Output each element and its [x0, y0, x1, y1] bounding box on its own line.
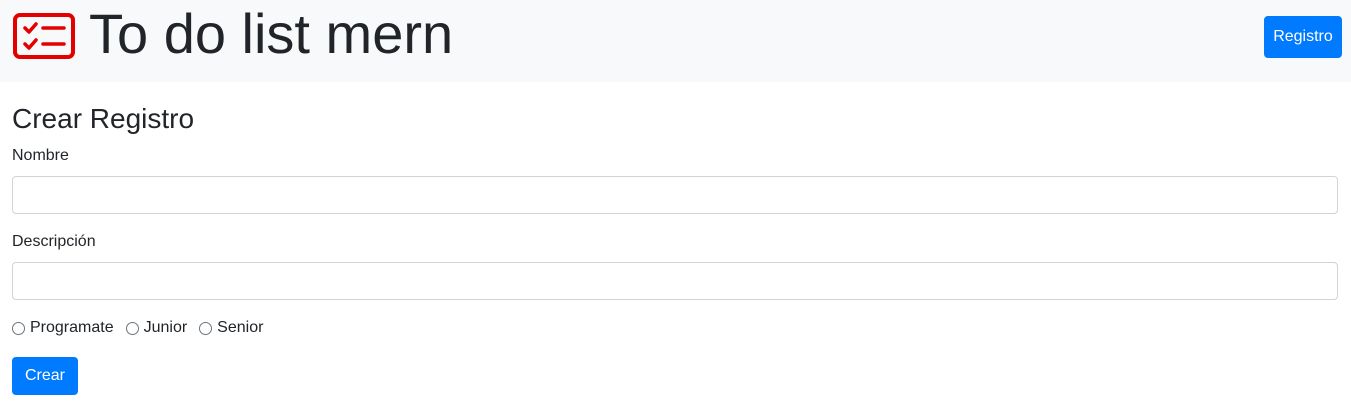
nombre-label: Nombre: [12, 147, 69, 164]
app-title[interactable]: To do list mern: [89, 0, 453, 68]
radio-label[interactable]: Programate: [30, 318, 114, 338]
descripcion-input[interactable]: [12, 262, 1338, 300]
radio-option-junior[interactable]: Junior: [125, 318, 188, 338]
form-title: Crear Registro: [12, 103, 195, 134]
descripcion-label: Descripción: [12, 233, 96, 250]
radio-button[interactable]: [125, 321, 139, 335]
registro-nav-button[interactable]: Registro: [1264, 16, 1342, 58]
crear-button[interactable]: Crear: [12, 357, 78, 395]
radio-button[interactable]: [199, 321, 213, 335]
radio-label[interactable]: Junior: [144, 318, 188, 338]
navbar: To do list mern Registro: [0, 0, 1351, 82]
checklist-icon: [13, 13, 75, 59]
radio-option-senior[interactable]: Senior: [199, 318, 263, 338]
nombre-input[interactable]: [12, 176, 1338, 214]
radio-option-programate[interactable]: Programate: [12, 318, 114, 338]
radio-label[interactable]: Senior: [217, 318, 263, 338]
level-radio-group: Programate Junior Senior: [12, 318, 275, 338]
radio-button[interactable]: [12, 321, 25, 335]
